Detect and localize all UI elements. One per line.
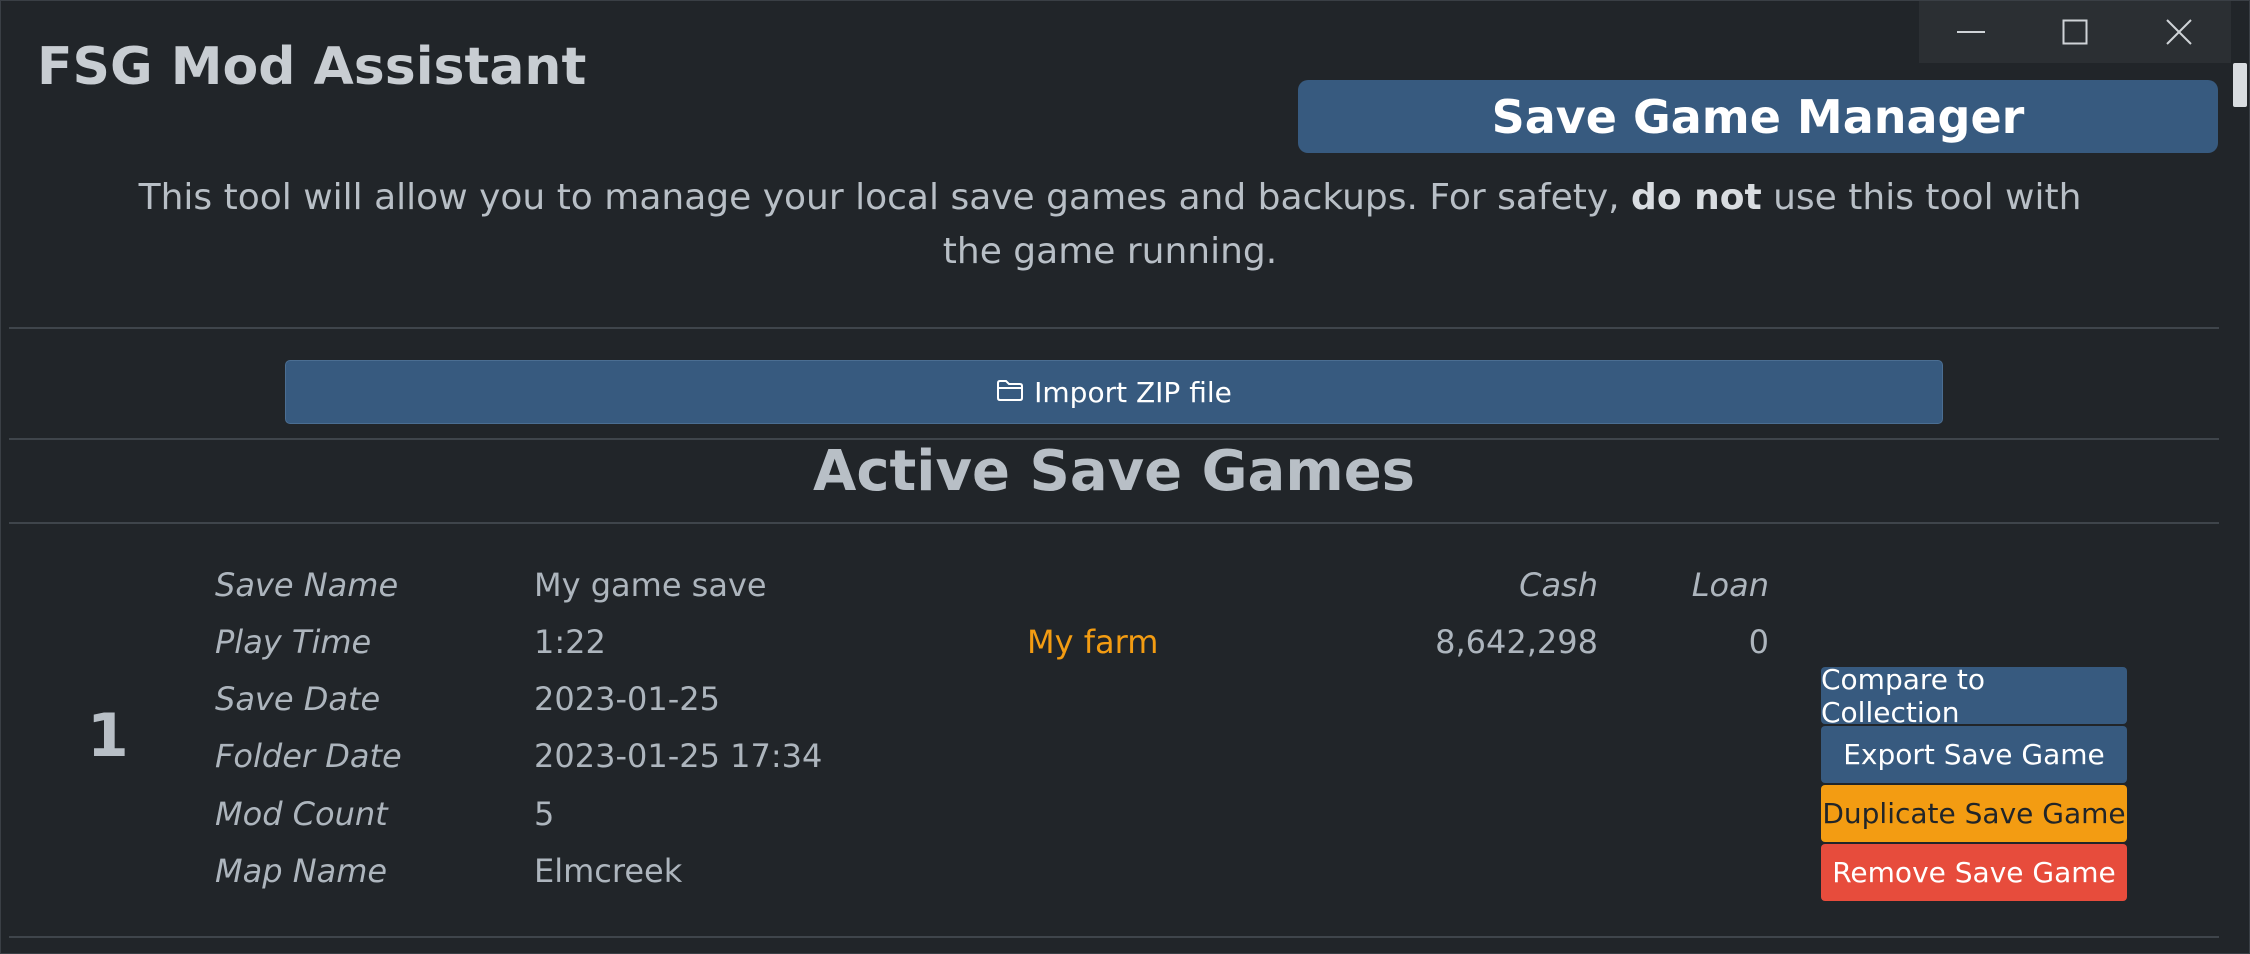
field-value: 5: [534, 795, 555, 833]
loan-label: Loan: [1691, 566, 1769, 604]
field-value: 1:22: [534, 623, 606, 661]
save-index: 1: [87, 701, 129, 771]
import-zip-button[interactable]: Import ZIP file: [285, 360, 1943, 424]
scrollbar[interactable]: [2229, 63, 2249, 953]
field-label: Save Name: [215, 566, 399, 604]
loan-value: 0: [1748, 623, 1769, 661]
maximize-icon[interactable]: [2023, 1, 2127, 63]
app-window: FSG Mod Assistant Save Game Manager This…: [0, 0, 2250, 954]
save-game-manager-header: Save Game Manager: [1298, 80, 2218, 153]
export-save-game-button[interactable]: Export Save Game: [1821, 726, 2127, 783]
close-icon[interactable]: [2127, 1, 2231, 63]
import-zip-label: Import ZIP file: [1034, 375, 1232, 409]
folder-icon: [996, 376, 1024, 409]
intro-text: This tool will allow you to manage your …: [111, 171, 2109, 279]
scrollbar-thumb[interactable]: [2233, 63, 2247, 107]
section-title: Active Save Games: [813, 439, 1415, 504]
field-value: Elmcreek: [534, 852, 683, 890]
divider: [9, 522, 2219, 524]
field-label: Play Time: [215, 623, 372, 661]
duplicate-save-game-button[interactable]: Duplicate Save Game: [1821, 785, 2127, 842]
app-title: FSG Mod Assistant: [37, 37, 587, 97]
field-value: My game save: [534, 566, 767, 604]
farm-name: My farm: [1027, 623, 1159, 661]
divider: [9, 327, 2219, 329]
cash-label: Cash: [1519, 566, 1598, 604]
window-controls: [1919, 1, 2231, 63]
field-label: Save Date: [215, 680, 381, 718]
field-label: Folder Date: [215, 737, 402, 775]
field-label: Mod Count: [215, 795, 388, 833]
divider: [9, 936, 2219, 938]
cash-value: 8,642,298: [1435, 623, 1598, 661]
field-value: 2023-01-25 17:34: [534, 737, 823, 775]
minimize-icon[interactable]: [1919, 1, 2023, 63]
compare-to-collection-button[interactable]: Compare to Collection: [1821, 663, 2127, 729]
intro-text-before: This tool will allow you to manage your …: [138, 177, 1632, 218]
intro-text-bold: do not: [1631, 177, 1762, 218]
field-value: 2023-01-25: [534, 680, 720, 718]
remove-save-game-button[interactable]: Remove Save Game: [1821, 844, 2127, 901]
field-label: Map Name: [215, 852, 388, 890]
